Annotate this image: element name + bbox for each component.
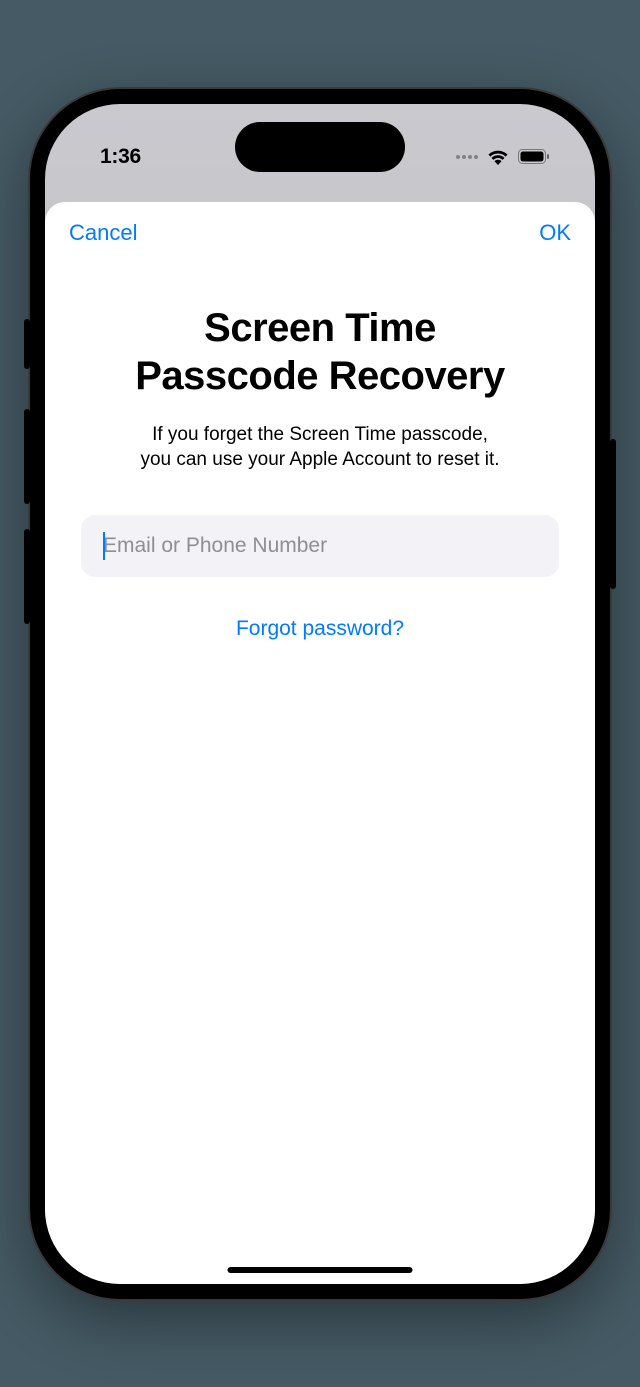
modal-sheet: Cancel OK Screen Time Passcode Recovery … bbox=[45, 202, 595, 1284]
dynamic-island bbox=[235, 122, 405, 172]
power-button bbox=[610, 439, 616, 589]
subtitle-line1: If you forget the Screen Time passcode, bbox=[152, 424, 488, 445]
page-title: Screen Time Passcode Recovery bbox=[81, 304, 559, 400]
cancel-button[interactable]: Cancel bbox=[69, 220, 137, 246]
volume-down-button bbox=[24, 529, 30, 624]
screen: 1:36 bbox=[45, 104, 595, 1284]
page-subtitle: If you forget the Screen Time passcode, … bbox=[81, 422, 559, 473]
sheet-header: Cancel OK bbox=[45, 202, 595, 246]
home-indicator[interactable] bbox=[228, 1267, 413, 1273]
page-title-line2: Passcode Recovery bbox=[135, 354, 505, 398]
forgot-password-link[interactable]: Forgot password? bbox=[236, 617, 404, 641]
status-indicators bbox=[456, 131, 550, 165]
input-container bbox=[81, 515, 559, 577]
phone-frame: 1:36 bbox=[30, 89, 610, 1299]
page-title-line1: Screen Time bbox=[204, 306, 436, 350]
content-area: Screen Time Passcode Recovery If you for… bbox=[45, 304, 595, 641]
volume-up-button bbox=[24, 409, 30, 504]
wifi-icon bbox=[487, 149, 509, 165]
battery-icon bbox=[518, 149, 550, 164]
subtitle-line2: you can use your Apple Account to reset … bbox=[140, 449, 499, 470]
ok-button[interactable]: OK bbox=[539, 220, 571, 246]
silent-switch bbox=[24, 319, 30, 369]
cellular-icon bbox=[456, 155, 478, 159]
status-time: 1:36 bbox=[100, 127, 141, 169]
email-phone-input[interactable] bbox=[81, 515, 559, 577]
